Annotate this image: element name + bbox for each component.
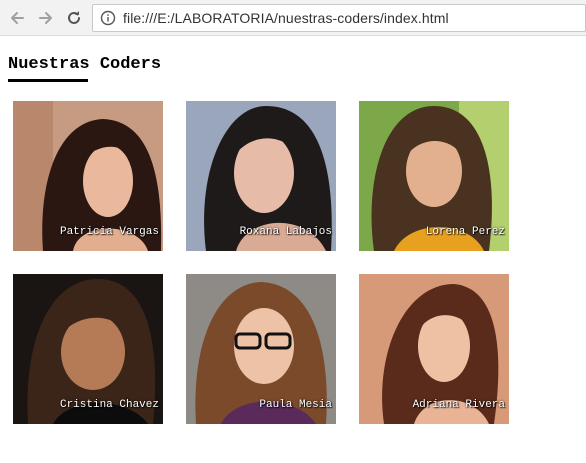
coder-card[interactable]: Lorena Perez: [359, 101, 509, 251]
address-bar[interactable]: file:///E:/LABORATORIA/nuestras-coders/i…: [92, 4, 586, 32]
coder-card[interactable]: Adriana Rivera: [359, 274, 509, 424]
browser-toolbar: file:///E:/LABORATORIA/nuestras-coders/i…: [0, 0, 586, 36]
coder-name: Lorena Perez: [425, 226, 505, 238]
coder-name: Roxana Labajos: [239, 226, 332, 238]
page-title: Nuestras Coders: [8, 55, 162, 74]
coder-card[interactable]: Cristina Chavez: [13, 274, 163, 424]
coder-card[interactable]: Patricia Vargas: [13, 101, 163, 251]
coder-name: Cristina Chavez: [59, 399, 159, 411]
coder-name: Adriana Rivera: [412, 399, 505, 411]
coder-name: Patricia Vargas: [59, 226, 159, 238]
title-underline: [8, 79, 88, 82]
coder-card[interactable]: Roxana Labajos: [186, 101, 336, 251]
info-icon[interactable]: [100, 10, 116, 26]
url-text: file:///E:/LABORATORIA/nuestras-coders/i…: [123, 10, 449, 26]
reload-icon[interactable]: [63, 7, 85, 29]
arrow-right-icon[interactable]: [35, 7, 57, 29]
coder-name: Paula Mesia: [259, 399, 332, 411]
arrow-left-icon[interactable]: [6, 7, 28, 29]
coder-card[interactable]: Paula Mesia: [186, 274, 336, 424]
